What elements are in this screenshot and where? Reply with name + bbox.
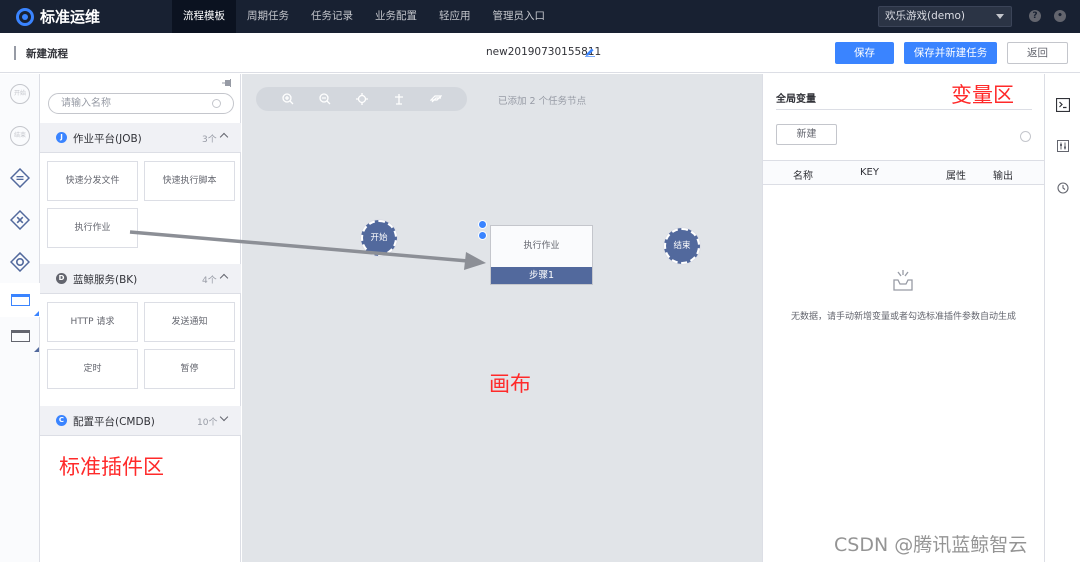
parallel-gateway-icon[interactable] bbox=[10, 168, 30, 188]
new-variable-button[interactable]: 新建 bbox=[776, 124, 837, 145]
zoom-out-icon[interactable] bbox=[319, 93, 331, 105]
page-title: 新建流程 bbox=[26, 48, 68, 60]
brand[interactable]: 标准运维 bbox=[0, 0, 172, 33]
flow-name: new20190730155811 bbox=[486, 46, 602, 58]
rail-subflow-node[interactable] bbox=[0, 319, 40, 353]
project-select[interactable]: 欢乐游戏(demo) bbox=[878, 6, 1012, 27]
app-title: 标准运维 bbox=[40, 8, 101, 26]
plugin-search-input[interactable]: 请输入名称 bbox=[48, 93, 234, 114]
chevron-down-icon bbox=[219, 412, 229, 422]
plugin-panel: 请输入名称 J 作业平台(JOB) 3个 快速分发文件 快速执行脚本 执行作业 … bbox=[40, 74, 241, 562]
rail-task-node[interactable] bbox=[0, 283, 40, 317]
expand-corner-icon bbox=[34, 311, 39, 316]
title-divider bbox=[14, 46, 16, 60]
canvas-tool-bar bbox=[256, 87, 467, 111]
save-button[interactable]: 保存 bbox=[835, 42, 894, 64]
plugin-quick-execute-script[interactable]: 快速执行脚本 bbox=[144, 161, 235, 201]
vars-divider bbox=[776, 109, 1032, 110]
plugin-timer[interactable]: 定时 bbox=[47, 349, 138, 389]
plugin-area-annotation: 标准插件区 bbox=[59, 455, 164, 479]
vars-annotation: 变量区 bbox=[951, 83, 1014, 107]
branch-gateway-icon[interactable] bbox=[10, 210, 30, 230]
plugin-pause[interactable]: 暂停 bbox=[144, 349, 235, 389]
global-vars-panel: 全局变量 变量区 新建 名称 KEY 属性 输出 无数据，请手动新增变量或者勾选… bbox=[762, 74, 1044, 562]
task-node-name: 执行作业 bbox=[523, 241, 560, 251]
save-and-new-task-button[interactable]: 保存并新建任务 bbox=[904, 42, 997, 64]
bk-badge-icon: D bbox=[56, 273, 67, 284]
settings-sliders-icon[interactable] bbox=[1057, 140, 1069, 152]
top-navbar: 标准运维 流程模板 周期任务 任务记录 业务配置 轻应用 管理员入口 欢乐游戏(… bbox=[0, 0, 1080, 33]
nav-item-light-app[interactable]: 轻应用 bbox=[428, 0, 482, 33]
plugin-group-bk[interactable]: D 蓝鲸服务(BK) 4个 bbox=[40, 264, 241, 294]
nav-item-periodic-task[interactable]: 周期任务 bbox=[236, 0, 300, 33]
group-name: 配置平台(CMDB) bbox=[73, 416, 155, 428]
search-icon bbox=[212, 99, 221, 108]
expand-corner-icon bbox=[34, 347, 39, 352]
nav-item-flow-template[interactable]: 流程模板 bbox=[172, 0, 236, 33]
nav-item-admin[interactable]: 管理员入口 bbox=[482, 0, 557, 33]
group-name: 作业平台(JOB) bbox=[73, 133, 142, 145]
plugin-group-job[interactable]: J 作业平台(JOB) 3个 bbox=[40, 123, 241, 153]
multi-select-icon[interactable] bbox=[430, 93, 442, 105]
reset-position-icon[interactable] bbox=[356, 93, 368, 105]
watermark: CSDN @腾讯蓝鲸智云 bbox=[834, 534, 1028, 556]
vars-empty-text: 无数据，请手动新增变量或者勾选标准插件参数自动生成 bbox=[790, 312, 1016, 322]
col-output: 输出 bbox=[993, 171, 1013, 182]
job-badge-icon: J bbox=[56, 132, 67, 143]
cmdb-badge-icon: C bbox=[56, 415, 67, 426]
terminal-icon[interactable] bbox=[1056, 98, 1070, 112]
col-key: KEY bbox=[860, 167, 879, 178]
plugin-http-request[interactable]: HTTP 请求 bbox=[47, 302, 138, 342]
nav-item-task-record[interactable]: 任务记录 bbox=[300, 0, 364, 33]
editor-toolbar: 新建流程 new20190730155811 保存 保存并新建任务 返回 bbox=[0, 33, 1080, 73]
edit-pencil-icon[interactable] bbox=[585, 47, 595, 57]
subflow-node-icon bbox=[11, 330, 30, 342]
group-count: 3个 bbox=[202, 135, 217, 145]
side-tool-strip bbox=[1044, 74, 1080, 562]
info-icon[interactable] bbox=[1020, 131, 1031, 142]
task-node-dot bbox=[478, 231, 487, 240]
plugin-send-notification[interactable]: 发送通知 bbox=[144, 302, 235, 342]
node-type-rail: 开始 结束 bbox=[0, 74, 40, 562]
vars-title: 全局变量 bbox=[776, 94, 816, 105]
caret-down-icon bbox=[996, 14, 1004, 19]
task-node-dot bbox=[478, 220, 487, 229]
start-node[interactable]: 开始 bbox=[361, 220, 397, 256]
plugin-group-cmdb[interactable]: C 配置平台(CMDB) 10个 bbox=[40, 406, 241, 436]
canvas-annotation: 画布 bbox=[489, 372, 531, 396]
empty-box-icon bbox=[893, 270, 913, 291]
nav-item-business-config[interactable]: 业务配置 bbox=[364, 0, 428, 33]
user-icon[interactable]: • bbox=[1054, 10, 1066, 22]
plugin-execute-job[interactable]: 执行作业 bbox=[47, 208, 138, 248]
group-count: 10个 bbox=[197, 418, 218, 428]
rail-end-node[interactable]: 结束 bbox=[10, 126, 30, 146]
end-node[interactable]: 结束 bbox=[664, 228, 700, 264]
back-button[interactable]: 返回 bbox=[1007, 42, 1068, 64]
plugin-quick-distribute-file[interactable]: 快速分发文件 bbox=[47, 161, 138, 201]
project-select-value: 欢乐游戏(demo) bbox=[885, 10, 965, 22]
search-placeholder: 请输入名称 bbox=[61, 98, 111, 109]
task-node-step: 步骤1 bbox=[491, 267, 592, 284]
history-clock-icon[interactable] bbox=[1057, 182, 1069, 194]
flow-canvas[interactable]: 已添加 2 个任务节点 开始 结束 执行作业 步骤1 画布 bbox=[242, 74, 762, 562]
group-name: 蓝鲸服务(BK) bbox=[73, 274, 138, 286]
canvas-node-count: 已添加 2 个任务节点 bbox=[498, 96, 587, 107]
col-name: 名称 bbox=[793, 171, 813, 182]
main-nav: 流程模板 周期任务 任务记录 业务配置 轻应用 管理员入口 bbox=[172, 0, 556, 33]
zoom-in-icon[interactable] bbox=[282, 93, 294, 105]
pin-icon[interactable] bbox=[222, 79, 232, 87]
logo-icon bbox=[16, 7, 34, 26]
vars-table-header: 名称 KEY 属性 输出 bbox=[763, 160, 1044, 185]
rail-start-node[interactable]: 开始 bbox=[10, 84, 30, 104]
chevron-up-icon bbox=[219, 273, 229, 283]
question-icon[interactable]: ? bbox=[1029, 10, 1041, 22]
converge-gateway-icon[interactable] bbox=[10, 252, 30, 272]
group-count: 4个 bbox=[202, 276, 217, 286]
task-node-icon bbox=[11, 294, 30, 306]
col-attr: 属性 bbox=[946, 171, 966, 182]
format-layout-icon[interactable] bbox=[393, 93, 405, 105]
task-node-execute-job[interactable]: 执行作业 步骤1 bbox=[490, 225, 593, 285]
chevron-up-icon bbox=[219, 132, 229, 142]
